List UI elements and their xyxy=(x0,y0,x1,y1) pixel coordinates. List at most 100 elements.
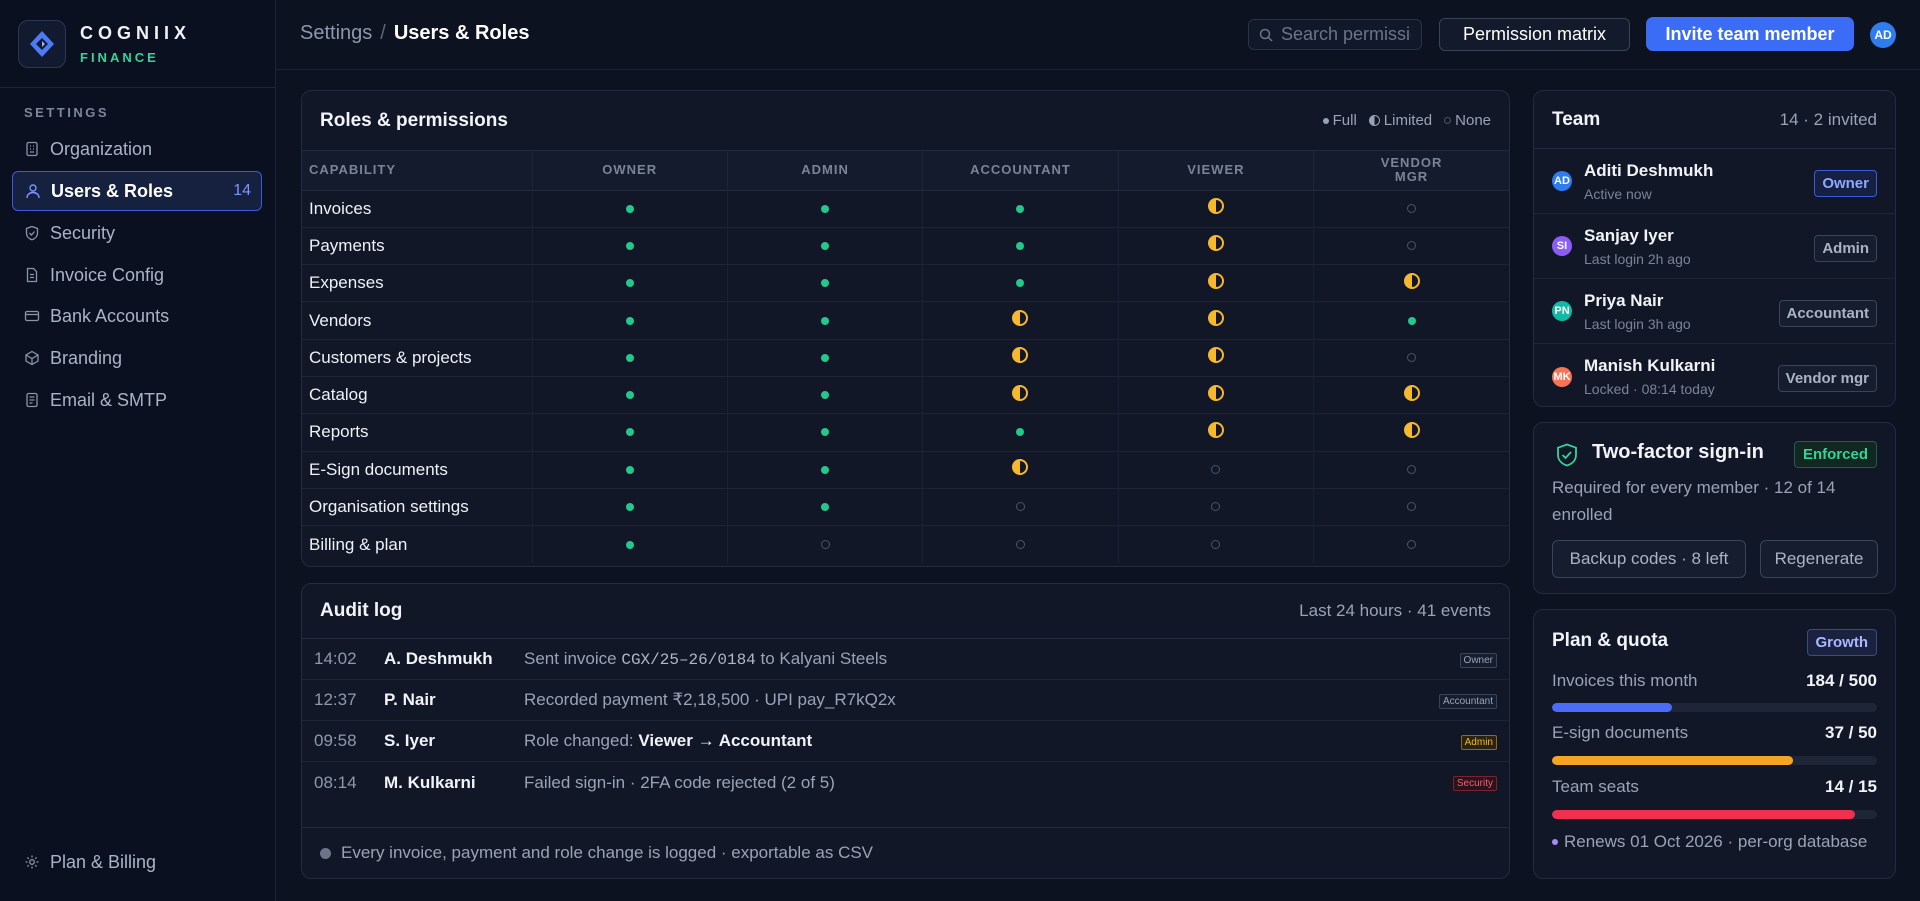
full-access-icon xyxy=(821,391,830,400)
search-input[interactable] xyxy=(1281,24,1411,45)
permission-row[interactable]: Expenses xyxy=(302,264,1509,303)
quota-bar-fill xyxy=(1552,756,1793,765)
permission-cell[interactable] xyxy=(1313,525,1509,563)
permission-cell[interactable] xyxy=(531,413,728,452)
permission-row[interactable]: Customers & projects xyxy=(302,339,1509,377)
breadcrumb-current: Users & Roles xyxy=(393,22,530,44)
permission-cell[interactable] xyxy=(1313,301,1509,340)
sidebar-item-bank-accounts[interactable]: Bank Accounts xyxy=(12,296,262,336)
audit-row[interactable]: 12:37 P. Nair Recorded payment ₹2,18,500… xyxy=(302,680,1509,721)
sidebar-item-organization[interactable]: Organization xyxy=(12,129,262,169)
role-badge[interactable]: Accountant xyxy=(1778,300,1877,327)
permission-cell[interactable] xyxy=(531,525,728,563)
permission-cell[interactable] xyxy=(1313,190,1509,228)
permission-cell[interactable] xyxy=(531,339,728,377)
role-badge[interactable]: Admin xyxy=(1814,235,1877,262)
permission-row[interactable]: E-Sign documents xyxy=(302,451,1509,489)
backup-codes-button[interactable]: Backup codes · 8 left xyxy=(1552,540,1746,578)
permission-row[interactable]: Payments xyxy=(302,227,1509,266)
permission-cell[interactable] xyxy=(1117,301,1314,340)
permission-cell[interactable] xyxy=(922,301,1119,340)
audit-actor: P. Nair xyxy=(384,690,436,709)
permission-cell[interactable] xyxy=(1313,376,1509,415)
permission-cell[interactable] xyxy=(726,339,923,377)
permission-cell[interactable] xyxy=(1313,264,1509,303)
permission-cell[interactable] xyxy=(726,525,923,563)
permission-cell[interactable] xyxy=(922,264,1119,303)
sidebar-item-email-smtp[interactable]: Email & SMTP xyxy=(12,380,262,420)
limited-access-icon xyxy=(1207,272,1224,289)
permission-cell[interactable] xyxy=(922,376,1119,415)
permission-cell[interactable] xyxy=(531,264,728,303)
sidebar-item-users-roles[interactable]: Users & Roles 14 xyxy=(12,171,262,211)
permission-cell[interactable] xyxy=(531,451,728,489)
permission-cell[interactable] xyxy=(1117,227,1314,266)
permission-cell[interactable] xyxy=(922,451,1119,489)
permission-cell[interactable] xyxy=(726,413,923,452)
permission-cell[interactable] xyxy=(1117,488,1314,527)
audit-row[interactable]: 09:58 S. Iyer Role changed: Viewer → Acc… xyxy=(302,721,1509,762)
permission-row[interactable]: Organisation settings xyxy=(302,488,1509,527)
permission-cell[interactable] xyxy=(1117,413,1314,452)
permission-cell[interactable] xyxy=(1117,525,1314,563)
permission-cell[interactable] xyxy=(922,339,1119,377)
permission-cell[interactable] xyxy=(1117,190,1314,228)
full-access-icon xyxy=(1016,204,1025,213)
invite-team-member-button[interactable]: Invite team member xyxy=(1646,17,1854,51)
team-member[interactable]: AD Aditi Deshmukh Active now Owner xyxy=(1534,149,1895,214)
permission-cell[interactable] xyxy=(726,376,923,415)
topbar: Settings / Users & Roles Permission matrix… xyxy=(276,0,1920,70)
sidebar-item-branding[interactable]: Branding xyxy=(12,338,262,378)
search-box[interactable] xyxy=(1248,19,1422,50)
two-factor-title: Two-factor sign-in xyxy=(1592,441,1764,463)
permission-row[interactable]: Reports xyxy=(302,413,1509,452)
permission-cell[interactable] xyxy=(1313,413,1509,452)
audit-row[interactable]: 08:14 M. Kulkarni Failed sign-in · 2FA c… xyxy=(302,762,1509,803)
permission-cell[interactable] xyxy=(922,190,1119,228)
file-icon xyxy=(26,267,38,283)
team-member[interactable]: PN Priya Nair Last login 3h ago Accountan… xyxy=(1534,279,1895,344)
permission-cell[interactable] xyxy=(726,227,923,266)
permission-cell[interactable] xyxy=(726,190,923,228)
permission-cell[interactable] xyxy=(531,227,728,266)
sidebar-item-invoice-config[interactable]: Invoice Config xyxy=(12,255,262,295)
permission-cell[interactable] xyxy=(531,376,728,415)
logo-area: COGNIIX FINANCE xyxy=(0,0,275,88)
user-avatar[interactable]: AD xyxy=(1870,22,1896,48)
permission-cell[interactable] xyxy=(531,488,728,527)
permission-cell[interactable] xyxy=(726,488,923,527)
permission-cell[interactable] xyxy=(1313,451,1509,489)
permission-cell[interactable] xyxy=(1313,227,1509,266)
permission-cell[interactable] xyxy=(726,451,923,489)
permission-row[interactable]: Billing & plan xyxy=(302,525,1509,563)
permission-cell[interactable] xyxy=(531,190,728,228)
permission-cell[interactable] xyxy=(922,525,1119,563)
regenerate-button[interactable]: Regenerate xyxy=(1760,540,1878,578)
permission-cell[interactable] xyxy=(922,488,1119,527)
permission-cell[interactable] xyxy=(726,264,923,303)
permission-cell[interactable] xyxy=(1117,264,1314,303)
permission-cell[interactable] xyxy=(922,413,1119,452)
permission-row[interactable]: Vendors xyxy=(302,301,1509,340)
permission-cell[interactable] xyxy=(531,301,728,340)
permission-cell[interactable] xyxy=(1117,451,1314,489)
sidebar-item-plan-billing[interactable]: Plan & Billing xyxy=(12,842,262,882)
role-badge[interactable]: Vendor mgr xyxy=(1777,365,1877,392)
permission-cell[interactable] xyxy=(1313,488,1509,527)
permission-cell[interactable] xyxy=(1313,339,1509,377)
role-badge[interactable]: Owner xyxy=(1814,170,1877,197)
audit-row[interactable]: 14:02 A. Deshmukh Sent invoice CGX/25–26… xyxy=(302,639,1509,680)
permission-row[interactable]: Invoices xyxy=(302,190,1509,228)
logo-icon[interactable] xyxy=(18,19,66,68)
permission-cell[interactable] xyxy=(922,227,1119,266)
permission-cell[interactable] xyxy=(726,301,923,340)
permission-cell[interactable] xyxy=(1117,339,1314,377)
team-member[interactable]: MK Manish Kulkarni Locked · 08:14 today V… xyxy=(1534,344,1895,406)
breadcrumb-parent[interactable]: Settings xyxy=(300,22,372,44)
permission-matrix-button[interactable]: Permission matrix xyxy=(1439,18,1630,51)
team-member[interactable]: SI Sanjay Iyer Last login 2h ago Admin xyxy=(1534,214,1895,279)
sidebar-item-security[interactable]: Security xyxy=(12,213,262,253)
permission-row[interactable]: Catalog xyxy=(302,376,1509,415)
sidebar-item-label: Plan & Billing xyxy=(50,851,157,872)
permission-cell[interactable] xyxy=(1117,376,1314,415)
